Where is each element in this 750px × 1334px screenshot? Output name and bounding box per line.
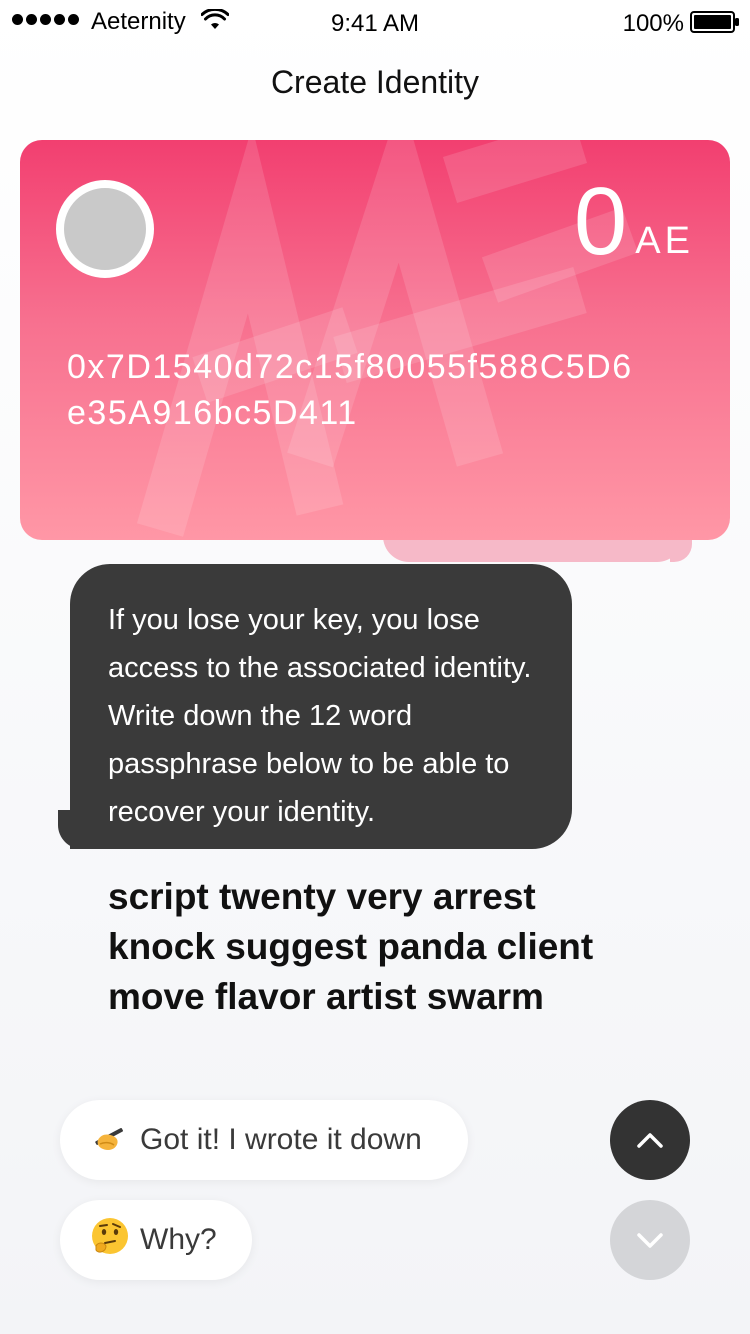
writing-hand-icon [88,1118,132,1163]
why-label: Why? [140,1223,217,1256]
scroll-down-button[interactable] [610,1200,690,1280]
identity-card[interactable]: 0 AE 0x7D1540d72c15f80055f588C5D6 e35A91… [20,140,730,540]
chevron-down-icon [637,1233,663,1248]
got-it-label: Got it! I wrote it down [140,1123,422,1156]
got-it-button[interactable]: Got it! I wrote it down [60,1100,468,1180]
passphrase-line-2: knock suggest panda client [108,926,594,967]
battery-icon [690,11,739,33]
message-bubble: If you lose your key, you lose access to… [70,564,572,849]
scroll-up-button[interactable] [610,1100,690,1180]
why-button[interactable]: Why? [60,1200,252,1280]
balance: 0 AE [574,174,694,270]
balance-unit: AE [635,220,694,262]
passphrase-line-1: script twenty very arrest [108,876,536,917]
chevron-up-icon [637,1133,663,1148]
address-line-2: e35A916bc5D411 [67,394,358,432]
avatar [56,180,154,278]
battery-percent: 100% [622,10,684,37]
account-address: 0x7D1540d72c15f80055f588C5D6 e35A916bc5D… [67,344,697,436]
passphrase-line-3: move flavor artist swarm [108,976,544,1017]
message-text: If you lose your key, you lose access to… [108,604,532,828]
page-title: Create Identity [270,64,480,100]
thinking-face-icon [88,1216,132,1265]
status-bar: Aeternity 9:41 AM 100% [0,0,750,40]
address-line-1: 0x7D1540d72c15f80055f588C5D6 [67,348,633,386]
balance-value: 0 [573,168,628,275]
passphrase: script twenty very arrest knock suggest … [108,872,668,1022]
